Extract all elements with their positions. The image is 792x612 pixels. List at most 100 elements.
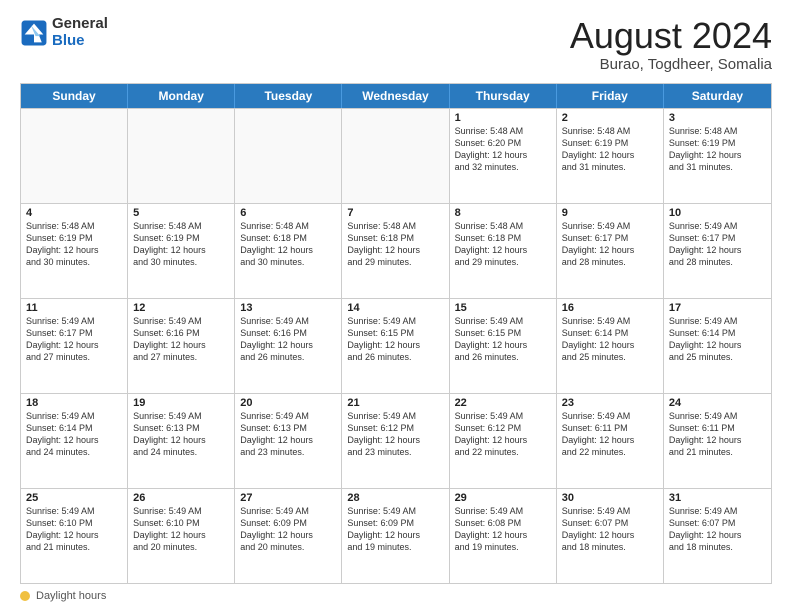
cell-info: Sunrise: 5:49 AM Sunset: 6:07 PM Dayligh… <box>669 506 742 552</box>
cell-info: Sunrise: 5:49 AM Sunset: 6:12 PM Dayligh… <box>347 411 420 457</box>
day-number: 10 <box>669 207 766 219</box>
header-day-sunday: Sunday <box>21 84 128 108</box>
cal-cell-29: 29Sunrise: 5:49 AM Sunset: 6:08 PM Dayli… <box>450 489 557 583</box>
header-day-wednesday: Wednesday <box>342 84 449 108</box>
day-number: 4 <box>26 207 122 219</box>
day-number: 23 <box>562 397 658 409</box>
cal-cell-22: 22Sunrise: 5:49 AM Sunset: 6:12 PM Dayli… <box>450 394 557 488</box>
day-number: 25 <box>26 492 122 504</box>
day-number: 26 <box>133 492 229 504</box>
logo-icon <box>20 19 48 47</box>
day-number: 18 <box>26 397 122 409</box>
cal-cell-12: 12 Sunrise: 5:49 AM Sunset: 6:16 PM Dayli… <box>128 299 235 393</box>
cal-cell-8: 8 Sunrise: 5:48 AM Sunset: 6:18 PM Daylig… <box>450 204 557 298</box>
cal-cell-27: 27Sunrise: 5:49 AM Sunset: 6:09 PM Dayli… <box>235 489 342 583</box>
cal-cell-15: 15 Sunrise: 5:49 AM Sunset: 6:15 PM Dayli… <box>450 299 557 393</box>
calendar-row-3: 18 Sunrise: 5:49 AM Sunset: 6:14 PM Dayli… <box>21 393 771 488</box>
cell-info: Sunrise: 5:49 AM Sunset: 6:15 PM Dayligh… <box>347 316 420 362</box>
day-number: 24 <box>669 397 766 409</box>
day-number: 3 <box>669 112 766 124</box>
cal-cell-13: 13Sunrise: 5:49 AM Sunset: 6:16 PM Dayli… <box>235 299 342 393</box>
header-day-thursday: Thursday <box>450 84 557 108</box>
cal-cell-6: 6 Sunrise: 5:48 AM Sunset: 6:18 PM Daylig… <box>235 204 342 298</box>
header-day-tuesday: Tuesday <box>235 84 342 108</box>
day-number: 20 <box>240 397 336 409</box>
cal-cell-empty-0-2 <box>235 109 342 203</box>
day-number: 7 <box>347 207 443 219</box>
cal-cell-11: 11 Sunrise: 5:49 AM Sunset: 6:17 PM Dayli… <box>21 299 128 393</box>
header-day-monday: Monday <box>128 84 235 108</box>
cal-cell-20: 20Sunrise: 5:49 AM Sunset: 6:13 PM Dayli… <box>235 394 342 488</box>
calendar-row-4: 25 Sunrise: 5:49 AM Sunset: 6:10 PM Dayli… <box>21 488 771 583</box>
cell-info: Sunrise: 5:49 AM Sunset: 6:07 PM Dayligh… <box>562 506 635 552</box>
day-number: 16 <box>562 302 658 314</box>
cell-info: Sunrise: 5:49 AM Sunset: 6:11 PM Dayligh… <box>562 411 635 457</box>
logo-blue-text: Blue <box>52 33 108 50</box>
page: General Blue August 2024 Burao, Togdheer… <box>0 0 792 612</box>
day-number: 12 <box>133 302 229 314</box>
cell-info: Sunrise: 5:49 AM Sunset: 6:17 PM Dayligh… <box>562 221 635 267</box>
day-number: 17 <box>669 302 766 314</box>
day-number: 14 <box>347 302 443 314</box>
cell-info: Sunrise: 5:48 AM Sunset: 6:19 PM Dayligh… <box>669 126 742 172</box>
day-number: 9 <box>562 207 658 219</box>
cal-cell-9: 9 Sunrise: 5:49 AM Sunset: 6:17 PM Daylig… <box>557 204 664 298</box>
calendar-body: 1Sunrise: 5:48 AM Sunset: 6:20 PM Daylig… <box>21 108 771 583</box>
cal-cell-21: 21 Sunrise: 5:49 AM Sunset: 6:12 PM Dayli… <box>342 394 449 488</box>
logo: General Blue <box>20 16 108 49</box>
cal-cell-14: 14 Sunrise: 5:49 AM Sunset: 6:15 PM Dayli… <box>342 299 449 393</box>
cal-cell-17: 17Sunrise: 5:49 AM Sunset: 6:14 PM Dayli… <box>664 299 771 393</box>
cal-cell-26: 26Sunrise: 5:49 AM Sunset: 6:10 PM Dayli… <box>128 489 235 583</box>
title-location: Burao, Togdheer, Somalia <box>570 56 772 73</box>
cell-info: Sunrise: 5:49 AM Sunset: 6:17 PM Dayligh… <box>26 316 99 362</box>
footer: Daylight hours <box>20 590 772 602</box>
calendar-row-0: 1Sunrise: 5:48 AM Sunset: 6:20 PM Daylig… <box>21 108 771 203</box>
cal-cell-empty-0-3 <box>342 109 449 203</box>
header-day-saturday: Saturday <box>664 84 771 108</box>
daylight-label: Daylight hours <box>36 590 106 602</box>
cal-cell-empty-0-1 <box>128 109 235 203</box>
day-number: 5 <box>133 207 229 219</box>
day-number: 19 <box>133 397 229 409</box>
title-block: August 2024 Burao, Togdheer, Somalia <box>570 16 772 73</box>
day-number: 30 <box>562 492 658 504</box>
cal-cell-empty-0-0 <box>21 109 128 203</box>
day-number: 22 <box>455 397 551 409</box>
day-number: 1 <box>455 112 551 124</box>
cal-cell-5: 5 Sunrise: 5:48 AM Sunset: 6:19 PM Daylig… <box>128 204 235 298</box>
cal-cell-10: 10 Sunrise: 5:49 AM Sunset: 6:17 PM Dayli… <box>664 204 771 298</box>
cell-info: Sunrise: 5:49 AM Sunset: 6:14 PM Dayligh… <box>26 411 99 457</box>
day-number: 6 <box>240 207 336 219</box>
cell-info: Sunrise: 5:49 AM Sunset: 6:17 PM Dayligh… <box>669 221 742 267</box>
cal-cell-19: 19 Sunrise: 5:49 AM Sunset: 6:13 PM Dayli… <box>128 394 235 488</box>
cell-info: Sunrise: 5:49 AM Sunset: 6:09 PM Dayligh… <box>240 506 313 552</box>
cal-cell-31: 31Sunrise: 5:49 AM Sunset: 6:07 PM Dayli… <box>664 489 771 583</box>
logo-text: General Blue <box>52 16 108 49</box>
cell-info: Sunrise: 5:48 AM Sunset: 6:19 PM Dayligh… <box>26 221 99 267</box>
day-number: 28 <box>347 492 443 504</box>
cal-cell-4: 4 Sunrise: 5:48 AM Sunset: 6:19 PM Daylig… <box>21 204 128 298</box>
cal-cell-2: 2Sunrise: 5:48 AM Sunset: 6:19 PM Daylig… <box>557 109 664 203</box>
cal-cell-23: 23 Sunrise: 5:49 AM Sunset: 6:11 PM Dayli… <box>557 394 664 488</box>
day-number: 21 <box>347 397 443 409</box>
calendar-row-2: 11 Sunrise: 5:49 AM Sunset: 6:17 PM Dayli… <box>21 298 771 393</box>
day-number: 8 <box>455 207 551 219</box>
daylight-dot <box>20 591 30 601</box>
cell-info: Sunrise: 5:48 AM Sunset: 6:18 PM Dayligh… <box>240 221 313 267</box>
cell-info: Sunrise: 5:49 AM Sunset: 6:14 PM Dayligh… <box>562 316 635 362</box>
cell-info: Sunrise: 5:49 AM Sunset: 6:10 PM Dayligh… <box>26 506 99 552</box>
day-number: 11 <box>26 302 122 314</box>
cell-info: Sunrise: 5:48 AM Sunset: 6:19 PM Dayligh… <box>562 126 635 172</box>
cell-info: Sunrise: 5:49 AM Sunset: 6:15 PM Dayligh… <box>455 316 528 362</box>
day-number: 15 <box>455 302 551 314</box>
cell-info: Sunrise: 5:49 AM Sunset: 6:08 PM Dayligh… <box>455 506 528 552</box>
cal-cell-30: 30 Sunrise: 5:49 AM Sunset: 6:07 PM Dayli… <box>557 489 664 583</box>
cal-cell-7: 7Sunrise: 5:48 AM Sunset: 6:18 PM Daylig… <box>342 204 449 298</box>
cal-cell-24: 24Sunrise: 5:49 AM Sunset: 6:11 PM Dayli… <box>664 394 771 488</box>
logo-general-text: General <box>52 16 108 33</box>
cell-info: Sunrise: 5:49 AM Sunset: 6:16 PM Dayligh… <box>133 316 206 362</box>
day-number: 13 <box>240 302 336 314</box>
cell-info: Sunrise: 5:48 AM Sunset: 6:18 PM Dayligh… <box>455 221 528 267</box>
cell-info: Sunrise: 5:48 AM Sunset: 6:19 PM Dayligh… <box>133 221 206 267</box>
cell-info: Sunrise: 5:49 AM Sunset: 6:13 PM Dayligh… <box>133 411 206 457</box>
